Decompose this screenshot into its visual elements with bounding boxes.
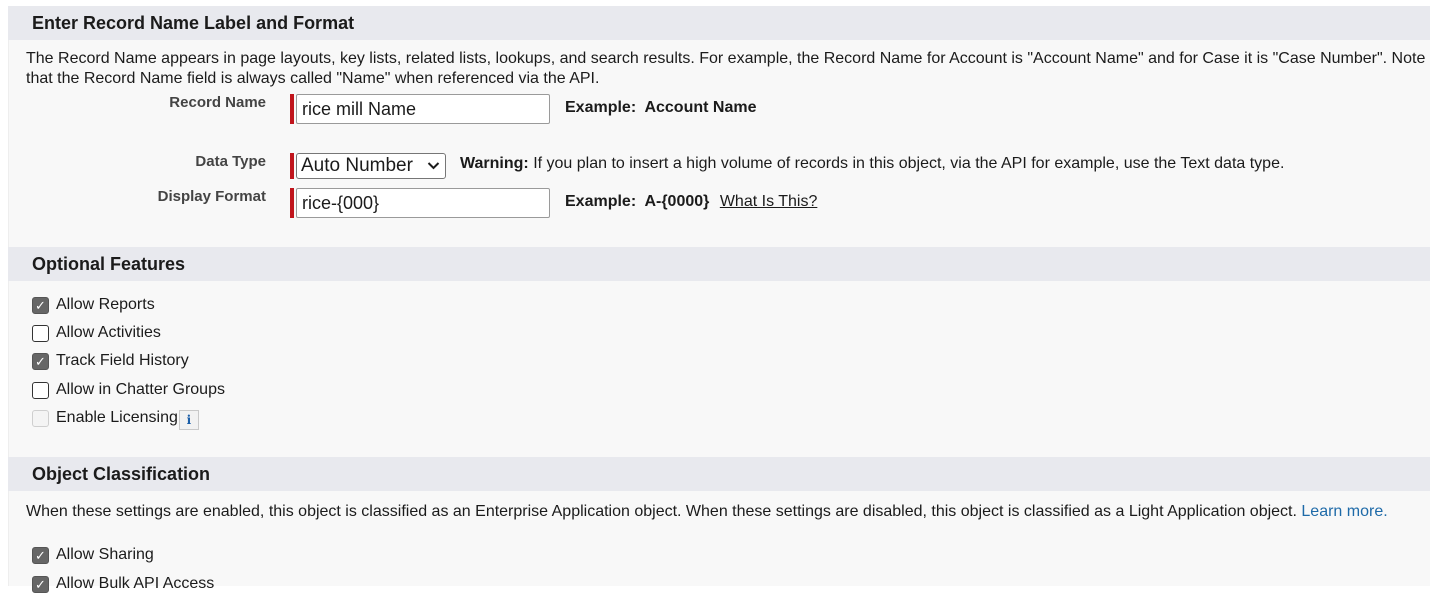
classification-text: When these settings are enabled, this ob… — [26, 503, 1297, 520]
record-name-label: Record Name — [169, 94, 266, 111]
allow-reports-label: Allow Reports — [56, 296, 155, 313]
allow-activities-option[interactable]: Allow Activities — [32, 322, 161, 344]
display-format-label: Display Format — [157, 188, 266, 205]
data-type-warning: Warning: If you plan to insert a high vo… — [460, 155, 1284, 173]
record-name-example: Example: Account Name — [565, 99, 756, 117]
example-value: Account Name — [644, 99, 757, 116]
form-panel — [8, 6, 1430, 586]
required-indicator — [290, 188, 294, 218]
object-classification-section-header: Object Classification — [8, 457, 1430, 491]
required-indicator — [290, 94, 294, 124]
learn-more-link[interactable]: Learn more. — [1301, 503, 1387, 520]
example-prefix: Example: — [565, 99, 637, 116]
allow-sharing-label: Allow Sharing — [56, 546, 154, 563]
track-field-history-checkbox[interactable]: ✓ — [32, 352, 49, 370]
record-name-input[interactable]: rice mill Name — [296, 94, 550, 124]
chevron-down-icon — [427, 154, 440, 185]
enable-licensing-label: Enable Licensing — [56, 409, 178, 426]
allow-chatter-groups-label: Allow in Chatter Groups — [56, 381, 225, 398]
enable-licensing-checkbox — [32, 409, 49, 427]
track-field-history-label: Track Field History — [56, 352, 189, 369]
classification-description: When these settings are enabled, this ob… — [26, 502, 1428, 522]
optional-features-section-header: Optional Features — [8, 247, 1430, 281]
allow-activities-checkbox[interactable] — [32, 324, 49, 342]
allow-chatter-groups-option[interactable]: Allow in Chatter Groups — [32, 379, 225, 401]
section-title: Optional Features — [32, 254, 186, 274]
section-title: Enter Record Name Label and Format — [32, 13, 355, 33]
record-name-description: The Record Name appears in page layouts,… — [26, 50, 1426, 87]
allow-activities-label: Allow Activities — [56, 324, 161, 341]
display-format-input[interactable]: rice-{000} — [296, 188, 550, 218]
allow-reports-checkbox[interactable]: ✓ — [32, 296, 49, 314]
example-prefix: Example: — [565, 193, 637, 210]
record-name-section-header: Enter Record Name Label and Format — [8, 6, 1430, 40]
section-title: Object Classification — [32, 464, 211, 484]
warning-text: If you plan to insert a high volume of r… — [533, 155, 1285, 172]
data-type-select[interactable]: Auto Number — [296, 153, 446, 179]
data-type-label: Data Type — [195, 153, 266, 170]
info-icon[interactable]: i — [178, 410, 199, 430]
display-format-example: Example: A-{0000} What Is This? — [565, 193, 817, 211]
required-indicator — [290, 153, 294, 179]
allow-sharing-checkbox[interactable]: ✓ — [32, 546, 49, 564]
allow-bulk-api-checkbox[interactable]: ✓ — [32, 575, 49, 593]
allow-chatter-groups-checkbox[interactable] — [32, 381, 49, 399]
allow-sharing-option[interactable]: ✓ Allow Sharing — [32, 544, 154, 566]
allow-reports-option[interactable]: ✓ Allow Reports — [32, 294, 155, 316]
example-value: A-{0000} — [644, 193, 710, 210]
enable-licensing-option: Enable Licensing i — [32, 407, 199, 430]
track-field-history-option[interactable]: ✓ Track Field History — [32, 350, 189, 372]
warning-label: Warning: — [460, 155, 529, 172]
allow-bulk-api-option[interactable]: ✓ Allow Bulk API Access — [32, 573, 214, 595]
allow-bulk-api-label: Allow Bulk API Access — [56, 575, 215, 592]
what-is-this-link[interactable]: What Is This? — [720, 193, 818, 210]
data-type-selected: Auto Number — [301, 155, 413, 176]
